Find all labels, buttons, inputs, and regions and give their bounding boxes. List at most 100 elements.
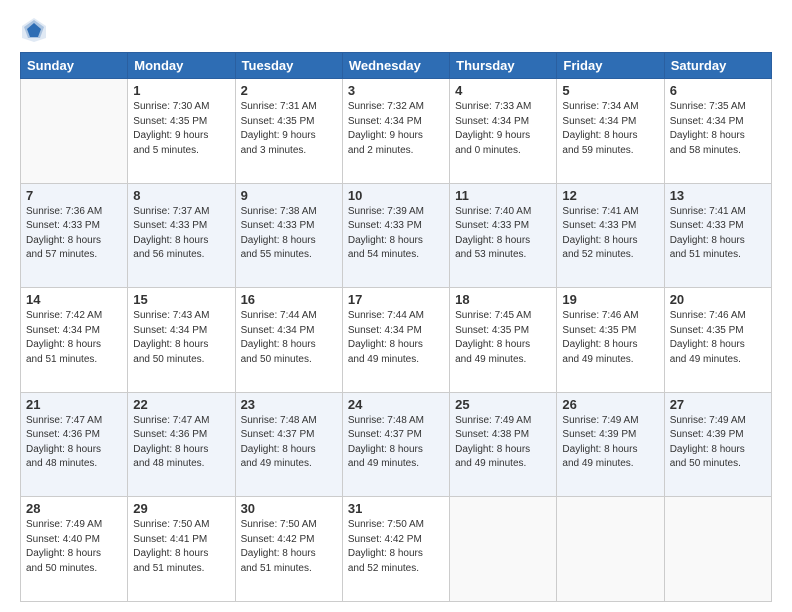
calendar-cell [664, 497, 771, 602]
calendar-cell [450, 497, 557, 602]
page: SundayMondayTuesdayWednesdayThursdayFrid… [0, 0, 792, 612]
cell-date: 27 [670, 397, 766, 412]
calendar-cell: 10Sunrise: 7:39 AMSunset: 4:33 PMDayligh… [342, 183, 449, 288]
cell-info: Sunrise: 7:41 AMSunset: 4:33 PMDaylight:… [670, 205, 766, 263]
cell-date: 10 [348, 188, 444, 203]
weekday-header: Sunday [21, 53, 128, 79]
cell-date: 9 [241, 188, 337, 203]
cell-info: Sunrise: 7:50 AMSunset: 4:42 PMDaylight:… [348, 518, 444, 576]
cell-info: Sunrise: 7:42 AMSunset: 4:34 PMDaylight:… [26, 309, 122, 367]
calendar-cell: 13 Sunrise: 7:41 AMSunset: 4:33 PMDayligh… [664, 183, 771, 288]
calendar-cell: 30 Sunrise: 7:50 AMSunset: 4:42 PMDayligh… [235, 497, 342, 602]
calendar-cell: 4 Sunrise: 7:33 AMSunset: 4:34 PMDaylight… [450, 79, 557, 184]
calendar-cell: 11 Sunrise: 7:40 AMSunset: 4:33 PMDayligh… [450, 183, 557, 288]
calendar-cell: 3 Sunrise: 7:32 AMSunset: 4:34 PMDaylight… [342, 79, 449, 184]
cell-info: Sunrise: 7:46 AMSunset: 4:35 PMDaylight:… [562, 309, 658, 367]
cell-info: Sunrise: 7:45 AMSunset: 4:35 PMDaylight:… [455, 309, 551, 367]
header [20, 16, 772, 44]
calendar-cell: 22 Sunrise: 7:47 AMSunset: 4:36 PMDayligh… [128, 392, 235, 497]
cell-info: Sunrise: 7:50 AMSunset: 4:41 PMDaylight:… [133, 518, 229, 576]
weekday-header: Saturday [664, 53, 771, 79]
calendar-cell: 20Sunrise: 7:46 AMSunset: 4:35 PMDayligh… [664, 288, 771, 393]
weekday-header: Thursday [450, 53, 557, 79]
weekday-header: Tuesday [235, 53, 342, 79]
cell-date: 2 [241, 83, 337, 98]
calendar-cell: 12 Sunrise: 7:41 AMSunset: 4:33 PMDayligh… [557, 183, 664, 288]
calendar-cell: 16 Sunrise: 7:44 AMSunset: 4:34 PMDayligh… [235, 288, 342, 393]
cell-info: Sunrise: 7:37 AMSunset: 4:33 PMDaylight:… [133, 205, 229, 263]
cell-date: 7 [26, 188, 122, 203]
calendar-cell: 17 Sunrise: 7:44 AMSunset: 4:34 PMDayligh… [342, 288, 449, 393]
calendar-week-row: 7 Sunrise: 7:36 AMSunset: 4:33 PMDaylight… [21, 183, 772, 288]
cell-date: 3 [348, 83, 444, 98]
cell-date: 13 [670, 188, 766, 203]
cell-date: 6 [670, 83, 766, 98]
calendar-cell: 7 Sunrise: 7:36 AMSunset: 4:33 PMDaylight… [21, 183, 128, 288]
calendar-cell: 31 Sunrise: 7:50 AMSunset: 4:42 PMDayligh… [342, 497, 449, 602]
calendar-cell: 2 Sunrise: 7:31 AMSunset: 4:35 PMDaylight… [235, 79, 342, 184]
cell-date: 30 [241, 501, 337, 516]
cell-info: Sunrise: 7:49 AMSunset: 4:40 PMDaylight:… [26, 518, 122, 576]
cell-date: 28 [26, 501, 122, 516]
logo [20, 16, 52, 44]
cell-info: Sunrise: 7:36 AMSunset: 4:33 PMDaylight:… [26, 205, 122, 263]
calendar-cell: 15 Sunrise: 7:43 AMSunset: 4:34 PMDayligh… [128, 288, 235, 393]
cell-date: 16 [241, 292, 337, 307]
cell-info: Sunrise: 7:40 AMSunset: 4:33 PMDaylight:… [455, 205, 551, 263]
cell-date: 25 [455, 397, 551, 412]
cell-info: Sunrise: 7:44 AMSunset: 4:34 PMDaylight:… [241, 309, 337, 367]
calendar-cell: 18Sunrise: 7:45 AMSunset: 4:35 PMDayligh… [450, 288, 557, 393]
logo-icon [20, 16, 48, 44]
cell-date: 17 [348, 292, 444, 307]
cell-date: 8 [133, 188, 229, 203]
cell-date: 12 [562, 188, 658, 203]
cell-date: 22 [133, 397, 229, 412]
cell-info: Sunrise: 7:34 AMSunset: 4:34 PMDaylight:… [562, 100, 658, 158]
cell-date: 20 [670, 292, 766, 307]
cell-date: 1 [133, 83, 229, 98]
calendar-header-row: SundayMondayTuesdayWednesdayThursdayFrid… [21, 53, 772, 79]
weekday-header: Wednesday [342, 53, 449, 79]
cell-info: Sunrise: 7:32 AMSunset: 4:34 PMDaylight:… [348, 100, 444, 158]
cell-date: 31 [348, 501, 444, 516]
calendar-week-row: 28 Sunrise: 7:49 AMSunset: 4:40 PMDayligh… [21, 497, 772, 602]
calendar-table: SundayMondayTuesdayWednesdayThursdayFrid… [20, 52, 772, 602]
cell-date: 29 [133, 501, 229, 516]
calendar-cell: 27Sunrise: 7:49 AMSunset: 4:39 PMDayligh… [664, 392, 771, 497]
cell-info: Sunrise: 7:49 AMSunset: 4:38 PMDaylight:… [455, 414, 551, 472]
cell-info: Sunrise: 7:44 AMSunset: 4:34 PMDaylight:… [348, 309, 444, 367]
calendar-cell: 14 Sunrise: 7:42 AMSunset: 4:34 PMDayligh… [21, 288, 128, 393]
cell-date: 24 [348, 397, 444, 412]
calendar-cell: 19Sunrise: 7:46 AMSunset: 4:35 PMDayligh… [557, 288, 664, 393]
cell-info: Sunrise: 7:47 AMSunset: 4:36 PMDaylight:… [133, 414, 229, 472]
cell-date: 11 [455, 188, 551, 203]
cell-date: 5 [562, 83, 658, 98]
cell-date: 14 [26, 292, 122, 307]
cell-info: Sunrise: 7:30 AMSunset: 4:35 PMDaylight:… [133, 100, 229, 158]
cell-date: 26 [562, 397, 658, 412]
cell-info: Sunrise: 7:33 AMSunset: 4:34 PMDaylight:… [455, 100, 551, 158]
cell-info: Sunrise: 7:50 AMSunset: 4:42 PMDaylight:… [241, 518, 337, 576]
calendar-cell: 9Sunrise: 7:38 AMSunset: 4:33 PMDaylight… [235, 183, 342, 288]
calendar-week-row: 1 Sunrise: 7:30 AMSunset: 4:35 PMDaylight… [21, 79, 772, 184]
cell-info: Sunrise: 7:41 AMSunset: 4:33 PMDaylight:… [562, 205, 658, 263]
calendar-cell: 6Sunrise: 7:35 AMSunset: 4:34 PMDaylight… [664, 79, 771, 184]
calendar-cell: 5 Sunrise: 7:34 AMSunset: 4:34 PMDaylight… [557, 79, 664, 184]
calendar-cell: 24 Sunrise: 7:48 AMSunset: 4:37 PMDayligh… [342, 392, 449, 497]
calendar-cell: 28 Sunrise: 7:49 AMSunset: 4:40 PMDayligh… [21, 497, 128, 602]
cell-info: Sunrise: 7:48 AMSunset: 4:37 PMDaylight:… [348, 414, 444, 472]
cell-date: 15 [133, 292, 229, 307]
calendar-cell: 23Sunrise: 7:48 AMSunset: 4:37 PMDayligh… [235, 392, 342, 497]
calendar-cell: 21Sunrise: 7:47 AMSunset: 4:36 PMDayligh… [21, 392, 128, 497]
cell-date: 4 [455, 83, 551, 98]
calendar-cell: 26Sunrise: 7:49 AMSunset: 4:39 PMDayligh… [557, 392, 664, 497]
calendar-cell: 8 Sunrise: 7:37 AMSunset: 4:33 PMDaylight… [128, 183, 235, 288]
calendar-cell [557, 497, 664, 602]
weekday-header: Monday [128, 53, 235, 79]
calendar-week-row: 21 Sunrise: 7:47 AMSunset: 4:36 PMDayligh… [21, 392, 772, 497]
cell-date: 21 [26, 397, 122, 412]
calendar-cell: 29 Sunrise: 7:50 AMSunset: 4:41 PMDayligh… [128, 497, 235, 602]
cell-info: Sunrise: 7:43 AMSunset: 4:34 PMDaylight:… [133, 309, 229, 367]
cell-info: Sunrise: 7:31 AMSunset: 4:35 PMDaylight:… [241, 100, 337, 158]
cell-info: Sunrise: 7:48 AMSunset: 4:37 PMDaylight:… [241, 414, 337, 472]
